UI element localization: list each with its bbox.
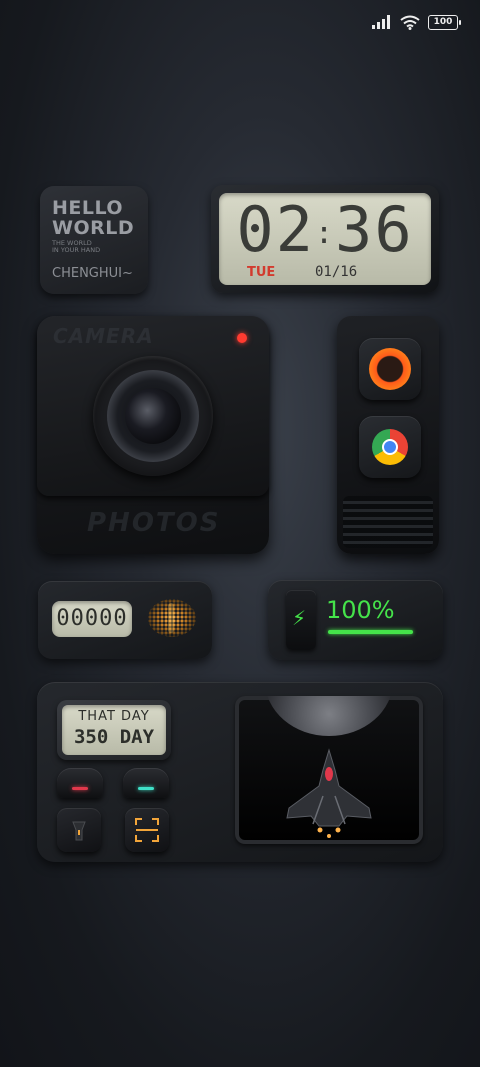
chrome-app-button[interactable] xyxy=(359,416,421,478)
counter-value: 00000 xyxy=(56,606,128,631)
bottom-widget: THAT DAY 350 DAY xyxy=(37,682,443,862)
game-screen[interactable] xyxy=(235,696,423,844)
clock-time: 02:36 xyxy=(236,193,414,266)
photos-label[interactable]: PHOTOS xyxy=(87,508,220,538)
clock-widget[interactable]: 02:36 TUE 01/16 xyxy=(211,185,439,293)
moon-icon xyxy=(265,696,393,736)
that-day-label: THAT DAY xyxy=(78,709,150,724)
flashlight-button[interactable] xyxy=(57,808,101,852)
battery-level-bar xyxy=(328,630,413,634)
camera-led-icon xyxy=(237,333,247,343)
camera-widget[interactable]: CAMERA PHOTOS xyxy=(37,316,269,554)
battery-percent: 100% xyxy=(326,596,395,624)
hello-author: CHENGHUI~ xyxy=(52,266,133,281)
scan-icon xyxy=(135,818,159,842)
hello-world-widget[interactable]: HELLO WORLD THE WORLD IN YOUR HAND CHENG… xyxy=(40,186,148,294)
lightning-bolt-icon: ⚡ xyxy=(292,606,307,630)
camera-label: CAMERA xyxy=(53,324,154,348)
hello-title: HELLO WORLD xyxy=(52,197,135,239)
red-indicator-button[interactable] xyxy=(57,768,103,798)
signal-bars-icon xyxy=(372,15,390,29)
charge-switch[interactable]: ⚡ xyxy=(286,590,316,650)
scan-button[interactable] xyxy=(125,808,169,852)
that-day-counter[interactable]: THAT DAY 350 DAY xyxy=(57,700,171,760)
orange-ring-app-button[interactable] xyxy=(359,338,421,400)
spaceship-icon xyxy=(286,748,372,838)
chrome-icon xyxy=(372,429,408,465)
orange-ring-app-icon xyxy=(369,348,411,390)
hello-subtitle: THE WORLD IN YOUR HAND xyxy=(52,239,101,254)
clock-day: TUE xyxy=(247,265,276,280)
battery-status-icon: 100 xyxy=(428,14,461,30)
status-bar: 100 xyxy=(372,12,461,32)
clock-date: 01/16 xyxy=(315,264,358,280)
app-dock-widget xyxy=(337,316,439,554)
flashlight-icon xyxy=(72,821,86,841)
camera-lens-icon xyxy=(93,356,213,476)
counter-lcd: 00000 xyxy=(52,601,132,637)
teal-indicator-button[interactable] xyxy=(123,768,169,798)
battery-widget[interactable]: ⚡ 100% xyxy=(268,580,443,660)
clock-lcd: 02:36 TUE 01/16 xyxy=(219,193,431,285)
wifi-icon xyxy=(400,15,420,30)
day-count: 350 DAY xyxy=(73,726,155,748)
dock-grille xyxy=(343,496,433,548)
camera-body[interactable]: CAMERA xyxy=(37,316,269,496)
counter-widget[interactable]: 00000 xyxy=(38,581,212,659)
